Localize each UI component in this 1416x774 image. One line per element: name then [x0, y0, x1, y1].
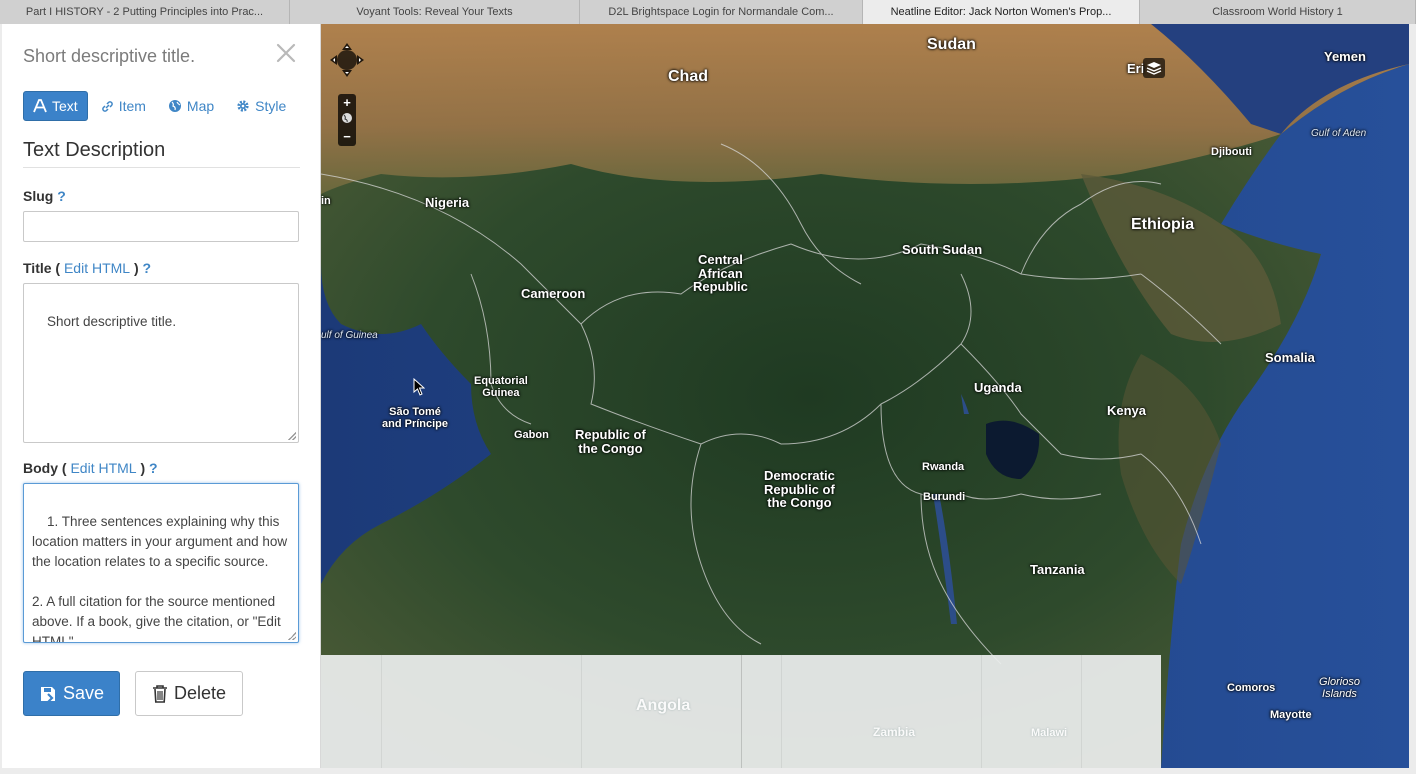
body-label-text: Body ( — [23, 460, 67, 476]
unloaded-tile-area: Angola Zambia Malawi — [321, 655, 1161, 768]
tab-map[interactable]: Map — [159, 91, 223, 121]
body-textarea[interactable]: 1. Three sentences explaining why this l… — [23, 483, 299, 643]
mouse-cursor-icon — [413, 377, 426, 401]
map-label-malawi: Malawi — [1031, 727, 1068, 739]
save-button[interactable]: Save — [23, 671, 120, 716]
map-label-yemen: Yemen — [1324, 49, 1366, 64]
map-label-cameroon: Cameroon — [521, 286, 586, 301]
title-label-text: Title ( — [23, 260, 61, 276]
tab-style[interactable]: Style — [227, 91, 295, 121]
save-icon — [39, 685, 57, 703]
zoom-control: + − — [338, 94, 356, 146]
browser-tab-d2l-brightspace[interactable]: D2L Brightspace Login for Normandale Com… — [580, 0, 863, 24]
browser-tab-classroom-world-history[interactable]: Classroom World History 1 — [1140, 0, 1416, 24]
map-label-sudan: Sudan — [927, 36, 976, 53]
tab-text[interactable]: Text — [23, 91, 88, 121]
globe-icon[interactable] — [341, 111, 353, 129]
tab-item[interactable]: Item — [92, 91, 155, 121]
map-label-republic-of-the-congo: Republic of the Congo — [575, 427, 646, 456]
slug-label: Slug ? — [23, 188, 66, 204]
map-label-ethiopia: Ethiopia — [1131, 216, 1195, 233]
map-label-uganda: Uganda — [974, 380, 1022, 395]
tab-style-label: Style — [255, 98, 287, 114]
title-textarea-value: Short descriptive title. — [47, 314, 177, 329]
resize-handle[interactable] — [288, 632, 296, 640]
map-label-eritrea: Eri — [1127, 61, 1145, 76]
body-help-link[interactable]: ? — [149, 460, 158, 476]
map-label-rwanda: Rwanda — [922, 461, 965, 473]
map-label-nigeria: Nigeria — [425, 195, 470, 210]
pan-control[interactable] — [329, 40, 365, 80]
resize-handle[interactable] — [288, 432, 296, 440]
panel-header: Short descriptive title. — [23, 43, 303, 76]
browser-tab-part-i-history[interactable]: Part I HISTORY - 2 Putting Principles in… — [0, 0, 290, 24]
zoom-out-button[interactable]: − — [343, 130, 351, 144]
title-help-link[interactable]: ? — [143, 260, 152, 276]
map-label-gulf-of-guinea: ulf of Guinea — [321, 330, 378, 341]
title-label: Title ( Edit HTML ) ? — [23, 260, 151, 276]
panel-title: Short descriptive title. — [23, 46, 196, 66]
browser-tab-strip: Part I HISTORY - 2 Putting Principles in… — [0, 0, 1416, 24]
map-canvas[interactable]: Sudan Chad Yemen Eri Djibouti Gulf of Ad… — [321, 24, 1409, 768]
map-label-benin-partial: in — [321, 195, 331, 207]
close-icon[interactable] — [275, 42, 299, 66]
title-textarea[interactable]: Short descriptive title. — [23, 283, 299, 443]
link-icon — [101, 100, 114, 113]
slug-help-link[interactable]: ? — [57, 188, 66, 204]
map-label-equatorial-guinea: Equatorial Guinea — [474, 375, 528, 399]
map-label-tanzania: Tanzania — [1030, 562, 1085, 577]
map-label-gabon: Gabon — [514, 429, 549, 441]
globe-icon — [168, 99, 182, 113]
body-label: Body ( Edit HTML ) ? — [23, 460, 158, 476]
slug-label-text: Slug — [23, 188, 54, 204]
body-edit-html-link[interactable]: Edit HTML — [70, 460, 136, 476]
map-label-glorioso-islands: Glorioso Islands — [1319, 676, 1360, 700]
tab-item-label: Item — [118, 98, 146, 114]
map-label-burundi: Burundi — [923, 491, 966, 503]
map-label-mayotte: Mayotte — [1270, 709, 1312, 721]
map-label-kenya: Kenya — [1107, 403, 1147, 418]
map-label-sao-tome: São Tomé and Príncipe — [382, 406, 449, 430]
browser-tab-voyant-tools[interactable]: Voyant Tools: Reveal Your Texts — [290, 0, 580, 24]
map-label-central-african-republic: Central African Republic — [693, 252, 748, 295]
map-label-somalia: Somalia — [1265, 350, 1315, 365]
delete-button-label: Delete — [173, 683, 227, 703]
slug-input[interactable] — [23, 211, 299, 242]
title-label-close: ) — [133, 260, 139, 276]
editor-tabs: Text Item Map Style — [23, 91, 299, 121]
map-label-djibouti: Djibouti — [1211, 146, 1252, 158]
map-label-south-sudan: South Sudan — [902, 242, 983, 257]
font-icon — [33, 99, 47, 113]
window-edge — [1409, 24, 1416, 774]
delete-button[interactable]: Delete — [135, 671, 243, 716]
map-label-gulf-of-aden: Gulf of Aden — [1311, 128, 1367, 139]
map-label-chad: Chad — [668, 68, 708, 85]
trash-icon — [152, 684, 168, 703]
map-label-zambia: Zambia — [873, 725, 916, 739]
window-edge — [0, 768, 1416, 774]
layers-icon[interactable] — [1143, 58, 1165, 78]
map-label-comoros: Comoros — [1227, 682, 1276, 694]
record-editor-panel: Short descriptive title. Text Item Map S… — [2, 24, 321, 768]
map-label-drc: Democratic Republic of the Congo — [764, 468, 835, 511]
title-edit-html-link[interactable]: Edit HTML — [64, 260, 130, 276]
body-textarea-value: 1. Three sentences explaining why this l… — [32, 514, 288, 643]
tab-map-label: Map — [186, 98, 215, 114]
gear-icon — [236, 99, 250, 113]
section-title: Text Description — [23, 139, 300, 168]
map-label-angola: Angola — [636, 697, 691, 714]
body-label-close: ) — [140, 460, 146, 476]
save-button-label: Save — [62, 683, 105, 703]
tab-text-label: Text — [52, 98, 78, 114]
browser-tab-neatline-editor[interactable]: Neatline Editor: Jack Norton Women's Pro… — [863, 0, 1140, 24]
zoom-in-button[interactable]: + — [343, 96, 351, 110]
